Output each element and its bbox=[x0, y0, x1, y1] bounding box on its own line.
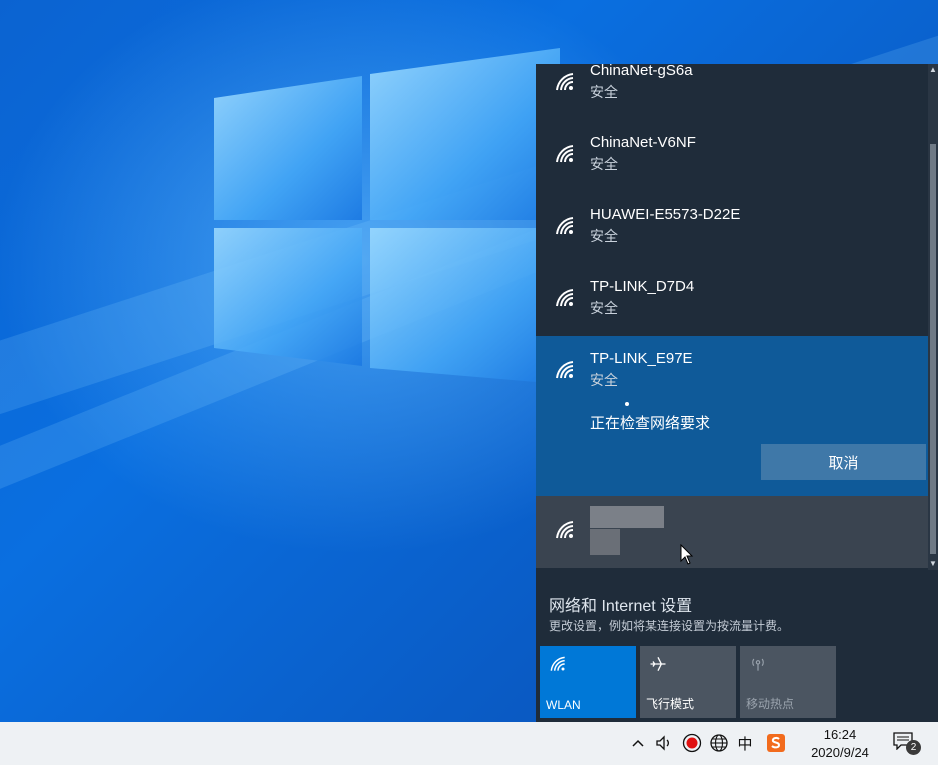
redacted-network-name bbox=[590, 506, 664, 528]
network-status: 安全 bbox=[590, 300, 618, 316]
clock-time: 16:24 bbox=[823, 727, 857, 742]
tile-label: 飞行模式 bbox=[646, 697, 695, 711]
chevron-up-icon[interactable] bbox=[628, 733, 648, 753]
network-item[interactable]: ChinaNet-V6NF 安全 bbox=[536, 128, 928, 200]
system-clock[interactable]: 16:24 2020/9/24 bbox=[797, 726, 883, 762]
network-item-selected[interactable]: TP-LINK_E97E 安全 正在检查网络要求 取消 bbox=[536, 336, 928, 496]
network-name: ChinaNet-gS6a bbox=[590, 64, 693, 79]
network-settings-description: 更改设置，例如将某连接设置为按流量计费。 bbox=[549, 619, 790, 633]
network-status: 安全 bbox=[590, 372, 618, 388]
network-flyout: ChinaNet-gS6a 安全 ChinaNet-V6NF 安全 HUAWEI… bbox=[536, 64, 938, 722]
wifi-icon bbox=[550, 656, 565, 671]
wifi-icon bbox=[556, 361, 574, 379]
network-item[interactable] bbox=[536, 496, 928, 568]
wifi-icon bbox=[556, 289, 574, 307]
tile-label: WLAN bbox=[546, 698, 581, 712]
clock-date: 2020/9/24 bbox=[811, 745, 869, 760]
ime-indicator[interactable]: 中 bbox=[735, 733, 755, 753]
scroll-thumb[interactable] bbox=[930, 144, 936, 554]
hotspot-icon bbox=[752, 658, 764, 671]
scrollbar[interactable]: ▲ ▼ bbox=[928, 64, 938, 570]
record-icon[interactable] bbox=[682, 733, 702, 753]
progress-dot bbox=[625, 402, 629, 406]
wifi-icon bbox=[556, 217, 574, 235]
network-item[interactable]: HUAWEI-E5573-D22E 安全 bbox=[536, 200, 928, 272]
tile-label: 移动热点 bbox=[746, 697, 795, 711]
chevron-up-icon[interactable]: ▲ bbox=[929, 66, 937, 74]
tile-wlan[interactable]: WLAN bbox=[540, 646, 636, 718]
wifi-icon bbox=[556, 73, 574, 91]
network-item[interactable]: ChinaNet-gS6a 安全 bbox=[536, 64, 928, 128]
network-name: TP-LINK_E97E bbox=[590, 350, 693, 367]
network-status: 安全 bbox=[590, 84, 618, 100]
checking-status: 正在检查网络要求 bbox=[590, 415, 711, 432]
tile-mobile-hotspot[interactable]: 移动热点 bbox=[740, 646, 836, 718]
tile-airplane-mode[interactable]: 飞行模式 bbox=[640, 646, 736, 718]
network-status: 安全 bbox=[590, 228, 618, 244]
airplane-icon bbox=[650, 657, 666, 671]
globe-icon[interactable] bbox=[709, 733, 729, 753]
network-list: ChinaNet-gS6a 安全 ChinaNet-V6NF 安全 HUAWEI… bbox=[536, 64, 928, 570]
network-name: ChinaNet-V6NF bbox=[590, 134, 696, 151]
sogou-input-icon[interactable] bbox=[766, 733, 786, 753]
taskbar: 中 16:24 2020/9/24 2 bbox=[0, 722, 938, 765]
network-settings-link[interactable]: 网络和 Internet 设置 bbox=[549, 592, 692, 616]
mouse-cursor bbox=[680, 544, 694, 565]
network-status: 安全 bbox=[590, 156, 618, 172]
cancel-button[interactable]: 取消 bbox=[761, 444, 926, 480]
wifi-icon bbox=[556, 521, 574, 539]
chevron-down-icon[interactable]: ▼ bbox=[929, 560, 937, 568]
wifi-icon bbox=[556, 145, 574, 163]
volume-icon[interactable] bbox=[654, 733, 674, 753]
action-center-button[interactable]: 2 bbox=[893, 732, 923, 756]
network-item[interactable]: TP-LINK_D7D4 安全 bbox=[536, 272, 928, 344]
windows-logo bbox=[214, 48, 560, 384]
network-name: TP-LINK_D7D4 bbox=[590, 278, 695, 295]
network-name: HUAWEI-E5573-D22E bbox=[590, 206, 741, 223]
notification-count-badge: 2 bbox=[906, 740, 921, 755]
redacted-network-status bbox=[590, 529, 620, 555]
